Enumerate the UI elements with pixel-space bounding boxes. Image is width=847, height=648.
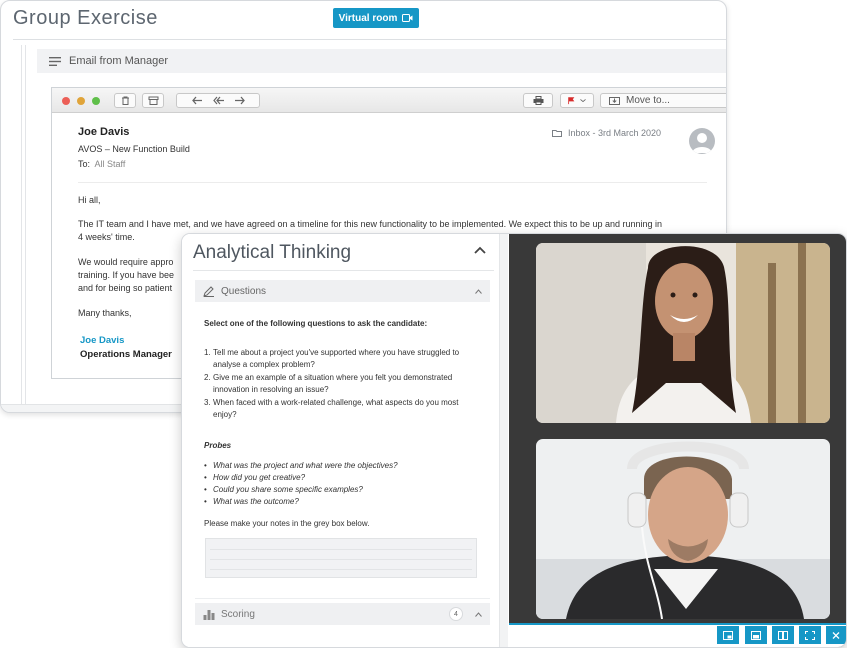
delete-button[interactable] bbox=[114, 93, 136, 108]
grid-view-button[interactable] bbox=[772, 626, 794, 644]
inbox-date-text: Inbox - 3rd March 2020 bbox=[568, 128, 662, 138]
to-label: To: bbox=[78, 159, 91, 169]
forward-icon[interactable] bbox=[234, 96, 245, 105]
list-item: Could you share some specific examples? bbox=[204, 484, 474, 496]
chevron-up-icon[interactable] bbox=[474, 246, 486, 254]
grid-view-icon bbox=[778, 630, 788, 640]
reply-icon[interactable] bbox=[191, 96, 203, 105]
scoring-section-header[interactable]: Scoring 4 bbox=[195, 603, 490, 625]
notes-instruction: Please make your notes in the grey box b… bbox=[204, 519, 370, 528]
user-avatar-icon bbox=[692, 133, 712, 153]
video-controls-bar bbox=[509, 623, 846, 647]
archive-button[interactable] bbox=[142, 93, 164, 108]
fullscreen-icon bbox=[805, 630, 815, 640]
email-folder-date: Inbox - 3rd March 2020 bbox=[552, 128, 661, 138]
reply-all-icon[interactable] bbox=[212, 96, 224, 105]
video-call-panel bbox=[509, 234, 846, 647]
notes-textarea[interactable] bbox=[205, 538, 477, 578]
list-item: 2. Give me an example of a situation wher… bbox=[204, 373, 453, 394]
indent-line bbox=[25, 45, 26, 405]
picture-in-picture-icon bbox=[723, 630, 733, 640]
questions-label: Questions bbox=[221, 285, 267, 297]
close-video-button[interactable] bbox=[826, 626, 846, 644]
email-greeting: Hi all, bbox=[78, 195, 101, 205]
title-divider bbox=[13, 39, 726, 40]
participant-video-woman bbox=[536, 243, 830, 423]
questions-list: 1. Tell me about a project you've support… bbox=[204, 347, 474, 422]
email-section-header[interactable]: Email from Manager bbox=[37, 49, 726, 73]
questions-section-header[interactable]: Questions bbox=[195, 280, 490, 302]
participant-portrait-2 bbox=[536, 439, 830, 619]
page-title: Group Exercise bbox=[13, 7, 158, 29]
picture-in-picture-button[interactable] bbox=[717, 626, 739, 644]
notes-line bbox=[210, 559, 472, 560]
competency-title: Analytical Thinking bbox=[193, 242, 352, 263]
notes-line bbox=[210, 549, 472, 550]
printer-icon bbox=[533, 96, 543, 105]
probes-title: Probes bbox=[204, 441, 232, 450]
chevron-up-icon bbox=[475, 288, 482, 294]
email-header-divider bbox=[78, 182, 707, 183]
move-to-label: Move to... bbox=[626, 95, 670, 106]
video-camera-icon bbox=[402, 14, 413, 22]
email-subject: AVOS – New Function Build bbox=[78, 144, 190, 154]
layout-button[interactable] bbox=[745, 626, 767, 644]
probes-list: What was the project and what were the o… bbox=[204, 460, 474, 508]
signature-name[interactable]: Joe Davis bbox=[80, 335, 124, 346]
list-item: How did you get creative? bbox=[204, 472, 474, 484]
exercise-assessment-window: Analytical Thinking Questions Select one… bbox=[181, 233, 847, 648]
signature-role: Operations Manager bbox=[80, 349, 172, 360]
email-toolbar: Move to... bbox=[52, 88, 726, 113]
notes-line bbox=[210, 569, 472, 570]
participant-portrait-1 bbox=[536, 243, 830, 423]
participant-video-man bbox=[536, 439, 830, 619]
menu-lines-icon bbox=[49, 56, 61, 66]
archive-icon bbox=[148, 96, 158, 105]
folder-icon bbox=[552, 130, 562, 137]
close-icon bbox=[832, 631, 840, 639]
move-folder-icon bbox=[609, 97, 620, 105]
layout-stack-icon bbox=[751, 630, 761, 640]
question-instruction: Select one of the following questions to… bbox=[204, 319, 428, 328]
close-window-dot[interactable] bbox=[62, 97, 70, 105]
indent-line bbox=[21, 45, 22, 405]
trash-icon bbox=[121, 96, 129, 105]
virtual-room-label: Virtual room bbox=[338, 12, 398, 24]
list-item: 1. Tell me about a project you've support… bbox=[204, 348, 460, 369]
section-divider bbox=[195, 598, 490, 599]
vertical-scrollbar[interactable] bbox=[499, 234, 508, 647]
reply-group bbox=[176, 93, 260, 108]
avatar bbox=[689, 128, 715, 154]
analytical-thinking-panel: Analytical Thinking Questions Select one… bbox=[182, 234, 508, 647]
list-item: What was the project and what were the o… bbox=[204, 460, 474, 472]
move-to-button[interactable]: Move to... bbox=[600, 93, 726, 108]
chevron-up-icon bbox=[475, 611, 482, 617]
maximize-window-dot[interactable] bbox=[92, 97, 100, 105]
scoring-count-badge: 4 bbox=[449, 607, 463, 621]
chevron-down-icon bbox=[580, 99, 586, 103]
fullscreen-button[interactable] bbox=[799, 626, 821, 644]
flag-icon bbox=[568, 97, 575, 105]
email-recipients: To: All Staff bbox=[78, 159, 125, 169]
list-item: 3. When faced with a work-related challen… bbox=[204, 398, 459, 419]
title-divider bbox=[193, 270, 494, 271]
email-section-label: Email from Manager bbox=[69, 55, 169, 67]
list-item: What was the outcome? bbox=[204, 496, 474, 508]
virtual-room-button[interactable]: Virtual room bbox=[333, 8, 419, 28]
to-value: All Staff bbox=[94, 159, 126, 169]
print-button[interactable] bbox=[523, 93, 553, 108]
scoring-label: Scoring bbox=[221, 608, 255, 620]
email-sender: Joe Davis bbox=[78, 126, 130, 138]
flag-button[interactable] bbox=[560, 93, 594, 108]
bar-chart-icon bbox=[203, 609, 215, 620]
minimize-window-dot[interactable] bbox=[77, 97, 85, 105]
pencil-icon bbox=[203, 285, 214, 297]
